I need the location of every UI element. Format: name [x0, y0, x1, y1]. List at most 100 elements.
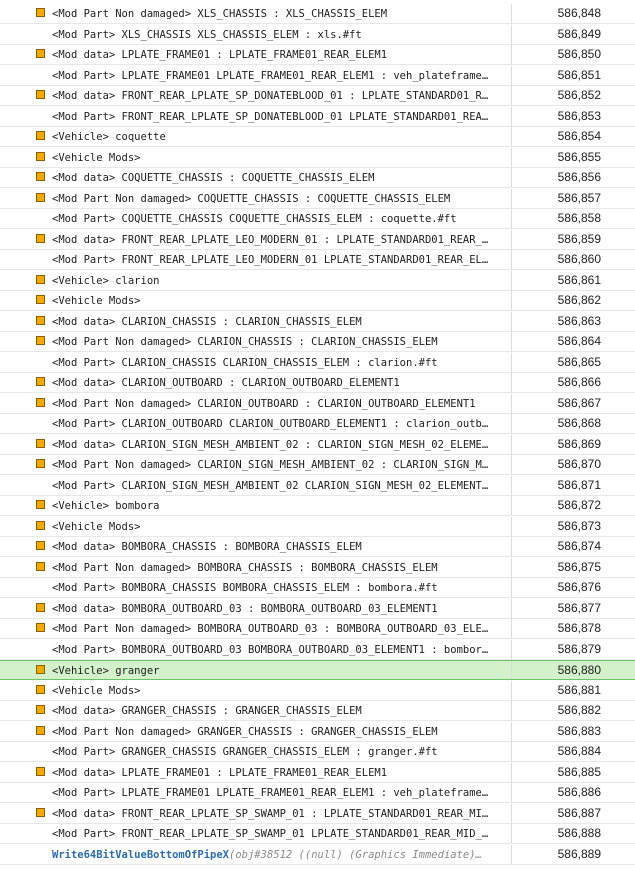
- event-label: <Mod data> CLARION_CHASSIS : CLARION_CHA…: [52, 315, 362, 328]
- event-label: <Vehicle> granger: [52, 665, 160, 677]
- marker-icon: [36, 541, 45, 550]
- event-name-cell: <Mod data> FRONT_REAR_LPLATE_SP_DONATEBL…: [0, 86, 512, 105]
- event-row[interactable]: <Mod Part> LPLATE_FRAME01 LPLATE_FRAME01…: [0, 783, 635, 803]
- event-row-selected[interactable]: <Vehicle> granger 586,880: [0, 660, 635, 680]
- event-row[interactable]: <Mod Part> BOMBORA_OUTBOARD_03 BOMBORA_O…: [0, 639, 635, 660]
- event-row[interactable]: <Mod data> CLARION_CHASSIS : CLARION_CHA…: [0, 311, 635, 332]
- event-label: Write64BitValueBottomOfPipeX(obj#38512 (…: [52, 848, 507, 862]
- event-label: <Mod data> BOMBORA_OUTBOARD_03 : BOMBORA…: [52, 602, 438, 615]
- event-row[interactable]: <Mod Part Non damaged> GRANGER_CHASSIS :…: [0, 721, 635, 742]
- event-label: <Vehicle Mods>: [52, 151, 141, 164]
- event-name-cell: <Mod Part Non damaged> COQUETTE_CHASSIS …: [0, 188, 512, 208]
- event-row[interactable]: <Mod Part Non damaged> CLARION_CHASSIS :…: [0, 332, 635, 352]
- marker-icon: [36, 8, 45, 17]
- event-row[interactable]: <Mod Part> LPLATE_FRAME01 LPLATE_FRAME01…: [0, 65, 635, 86]
- event-label: <Mod Part Non damaged> BOMBORA_CHASSIS :…: [52, 561, 438, 574]
- event-row[interactable]: <Mod Part Non damaged> XLS_CHASSIS : XLS…: [0, 4, 635, 24]
- event-name-cell: <Mod Part Non damaged> CLARION_OUTBOARD …: [0, 393, 512, 413]
- event-row[interactable]: <Mod Part> BOMBORA_CHASSIS BOMBORA_CHASS…: [0, 578, 635, 598]
- event-row[interactable]: <Mod Part> FRONT_REAR_LPLATE_LEO_MODERN_…: [0, 250, 635, 270]
- event-name-cell: <Mod Part> XLS_CHASSIS XLS_CHASSIS_ELEM …: [0, 24, 512, 44]
- event-name-cell: <Vehicle Mods>: [0, 147, 512, 167]
- event-row[interactable]: <Vehicle Mods> 586,862: [0, 291, 635, 311]
- marker-icon: [36, 49, 45, 58]
- event-row[interactable]: <Mod Part Non damaged> COQUETTE_CHASSIS …: [0, 188, 635, 209]
- event-row[interactable]: <Vehicle Mods> 586,873: [0, 516, 635, 537]
- event-row[interactable]: <Mod data> COQUETTE_CHASSIS : COQUETTE_C…: [0, 168, 635, 188]
- marker-icon: [36, 725, 45, 735]
- marker-icon: [36, 397, 45, 407]
- event-label: <Mod Part> LPLATE_FRAME01 LPLATE_FRAME01…: [52, 787, 489, 799]
- event-row[interactable]: <Mod Part> GRANGER_CHASSIS GRANGER_CHASS…: [0, 742, 635, 762]
- event-row[interactable]: <Vehicle Mods> 586,881: [0, 680, 635, 701]
- event-name-cell: <Mod data> CLARION_OUTBOARD : CLARION_OU…: [0, 373, 512, 392]
- event-row[interactable]: Write64BitValueBottomOfPipeX(obj#38512 (…: [0, 844, 635, 865]
- event-id: 586,875: [557, 559, 601, 574]
- event-name-cell: <Mod data> FRONT_REAR_LPLATE_SP_SWAMP_01…: [0, 803, 512, 823]
- event-row[interactable]: <Vehicle> bombora 586,872: [0, 496, 635, 516]
- event-id: 586,888: [557, 826, 601, 840]
- event-row[interactable]: <Mod data> BOMBORA_OUTBOARD_03 : BOMBORA…: [0, 598, 635, 619]
- event-row[interactable]: <Mod data> LPLATE_FRAME01 : LPLATE_FRAME…: [0, 762, 635, 783]
- marker-icon: [36, 233, 45, 243]
- event-id: 586,862: [557, 293, 601, 307]
- event-name-cell: <Mod Part> FRONT_REAR_LPLATE_LEO_MODERN_…: [0, 250, 512, 269]
- event-label: <Mod data> FRONT_REAR_LPLATE_SP_DONATEBL…: [52, 90, 489, 102]
- event-name-cell: <Mod Part Non damaged> CLARION_CHASSIS :…: [0, 332, 512, 351]
- event-row[interactable]: <Mod Part> FRONT_REAR_LPLATE_SP_SWAMP_01…: [0, 824, 635, 844]
- event-row[interactable]: <Mod data> CLARION_SIGN_MESH_AMBIENT_02 …: [0, 434, 635, 455]
- event-row[interactable]: <Mod data> BOMBORA_CHASSIS : BOMBORA_CHA…: [0, 537, 635, 557]
- event-row[interactable]: <Mod Part> CLARION_SIGN_MESH_AMBIENT_02 …: [0, 475, 635, 496]
- event-id: 586,849: [557, 26, 601, 41]
- event-id: 586,851: [557, 67, 601, 82]
- event-name-cell: <Mod Part Non damaged> GRANGER_CHASSIS :…: [0, 721, 512, 741]
- event-label: <Vehicle Mods>: [52, 684, 141, 697]
- event-row[interactable]: <Mod Part> CLARION_CHASSIS CLARION_CHASS…: [0, 352, 635, 373]
- event-row[interactable]: <Mod Part> FRONT_REAR_LPLATE_SP_DONATEBL…: [0, 106, 635, 127]
- event-row[interactable]: <Mod Part Non damaged> CLARION_SIGN_MESH…: [0, 455, 635, 475]
- event-label: <Mod data> GRANGER_CHASSIS : GRANGER_CHA…: [52, 705, 362, 717]
- event-row[interactable]: <Mod data> GRANGER_CHASSIS : GRANGER_CHA…: [0, 701, 635, 721]
- event-name-cell: <Mod Part> LPLATE_FRAME01 LPLATE_FRAME01…: [0, 783, 512, 802]
- event-row[interactable]: <Mod Part Non damaged> CLARION_OUTBOARD …: [0, 393, 635, 414]
- event-id: 586,850: [557, 47, 601, 61]
- event-id: 586,864: [557, 334, 601, 348]
- event-row[interactable]: <Mod Part> CLARION_OUTBOARD CLARION_OUTB…: [0, 414, 635, 434]
- marker-icon: [36, 172, 45, 181]
- event-label: <Mod Part> CLARION_SIGN_MESH_AMBIENT_02 …: [52, 479, 489, 492]
- event-name-cell: <Vehicle> clarion: [0, 270, 512, 290]
- event-label: <Mod data> CLARION_OUTBOARD : CLARION_OU…: [52, 377, 400, 389]
- event-name-cell: <Mod data> CLARION_SIGN_MESH_AMBIENT_02 …: [0, 434, 512, 454]
- event-row[interactable]: <Mod Part> COQUETTE_CHASSIS COQUETTE_CHA…: [0, 209, 635, 229]
- event-name-cell: <Mod Part> CLARION_SIGN_MESH_AMBIENT_02 …: [0, 475, 512, 495]
- event-row[interactable]: <Mod data> FRONT_REAR_LPLATE_SP_DONATEBL…: [0, 86, 635, 106]
- event-id: 586,854: [557, 129, 601, 143]
- event-row[interactable]: <Mod Part> XLS_CHASSIS XLS_CHASSIS_ELEM …: [0, 24, 635, 45]
- event-name-cell: Write64BitValueBottomOfPipeX(obj#38512 (…: [0, 844, 512, 864]
- event-name-cell: <Mod data> FRONT_REAR_LPLATE_LEO_MODERN_…: [0, 229, 512, 249]
- event-label: <Mod Part> XLS_CHASSIS XLS_CHASSIS_ELEM …: [52, 28, 362, 41]
- event-row[interactable]: <Mod Part Non damaged> BOMBORA_OUTBOARD_…: [0, 619, 635, 639]
- event-label: <Mod Part> CLARION_OUTBOARD CLARION_OUTB…: [52, 418, 489, 430]
- event-id: 586,882: [557, 703, 601, 717]
- marker-icon: [36, 500, 45, 509]
- event-row[interactable]: <Vehicle> clarion 586,861: [0, 270, 635, 291]
- event-name-cell: <Mod Part> FRONT_REAR_LPLATE_SP_SWAMP_01…: [0, 824, 512, 843]
- event-row[interactable]: <Mod data> CLARION_OUTBOARD : CLARION_OU…: [0, 373, 635, 393]
- event-id: 586,870: [557, 457, 601, 471]
- event-label: <Mod Part> LPLATE_FRAME01 LPLATE_FRAME01…: [52, 69, 489, 82]
- event-row[interactable]: <Mod data> FRONT_REAR_LPLATE_LEO_MODERN_…: [0, 229, 635, 250]
- marker-icon: [36, 520, 45, 530]
- event-row[interactable]: <Mod data> FRONT_REAR_LPLATE_SP_SWAMP_01…: [0, 803, 635, 824]
- event-name-cell: <Vehicle> bombora: [0, 496, 512, 515]
- event-id: 586,876: [557, 580, 601, 594]
- event-row[interactable]: <Mod data> LPLATE_FRAME01 : LPLATE_FRAME…: [0, 45, 635, 65]
- event-label: <Mod Part> FRONT_REAR_LPLATE_LEO_MODERN_…: [52, 254, 489, 266]
- marker-icon: [36, 131, 45, 140]
- event-id: 586,872: [557, 498, 601, 512]
- marker-icon: [36, 766, 45, 776]
- event-label: <Mod Part Non damaged> GRANGER_CHASSIS :…: [52, 725, 438, 738]
- event-row[interactable]: <Vehicle Mods> 586,855: [0, 147, 635, 168]
- event-row[interactable]: <Vehicle> coquette 586,854: [0, 127, 635, 147]
- event-row[interactable]: <Mod Part Non damaged> BOMBORA_CHASSIS :…: [0, 557, 635, 578]
